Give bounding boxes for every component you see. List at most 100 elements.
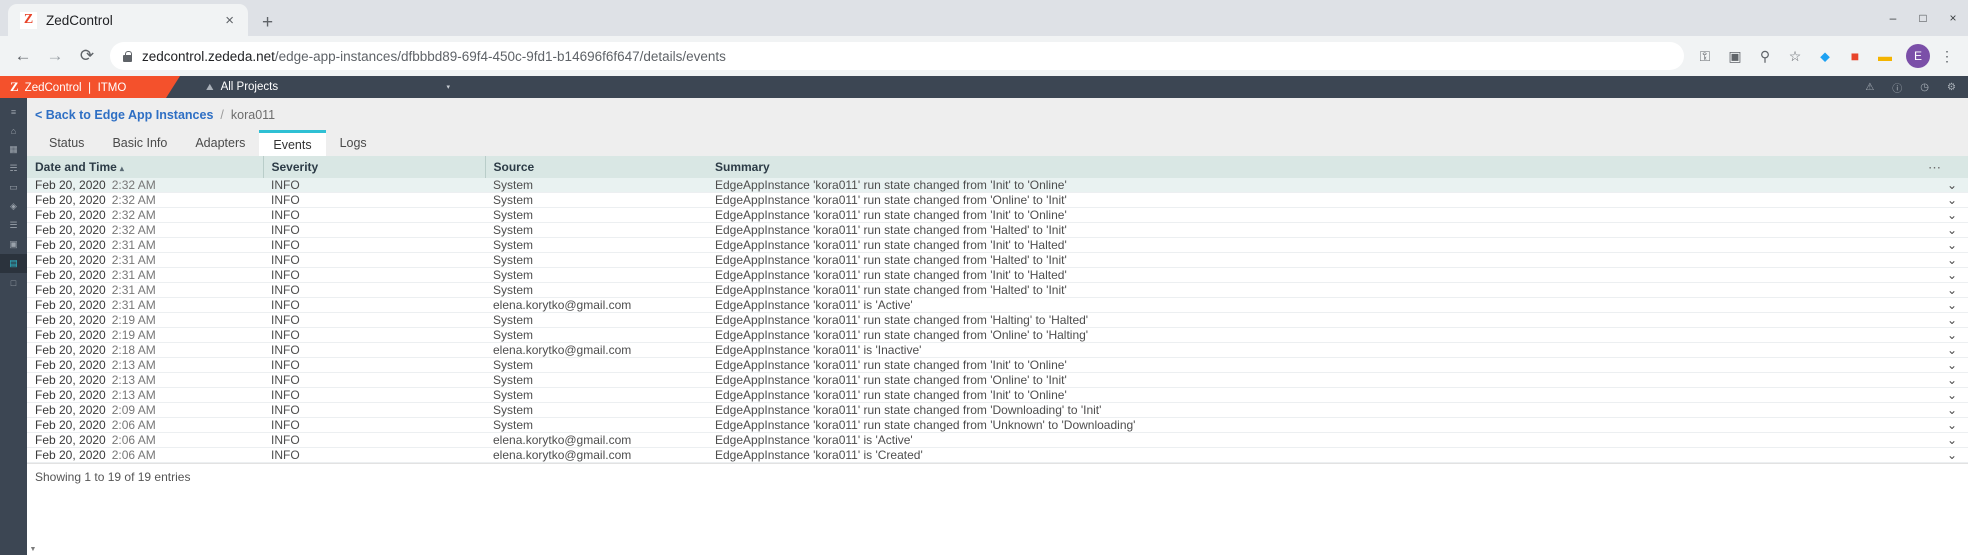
expand-row-icon[interactable]: ⌄	[1928, 328, 1968, 343]
tab-basic-info[interactable]: Basic Info	[98, 130, 181, 156]
minimize-icon[interactable]: –	[1878, 0, 1908, 36]
expand-row-icon[interactable]: ⌄	[1928, 283, 1968, 298]
reload-icon[interactable]: ⟳	[72, 41, 102, 71]
table-row[interactable]: Feb 20, 20202:06 AMINFOelena.korytko@gma…	[27, 448, 1968, 463]
cell-summary: EdgeAppInstance 'kora011' run state chan…	[707, 178, 1928, 193]
cell-date-and-time: Feb 20, 20202:31 AM	[27, 238, 263, 253]
cell-summary: EdgeAppInstance 'kora011' run state chan…	[707, 388, 1928, 403]
expand-row-icon[interactable]: ⌄	[1928, 373, 1968, 388]
expand-row-icon[interactable]: ⌄	[1928, 358, 1968, 373]
help-icon[interactable]: ⓘ	[1892, 80, 1902, 95]
cell-source: System	[485, 208, 707, 223]
expand-row-icon[interactable]: ⌄	[1928, 298, 1968, 313]
sidebar-item-chart[interactable]: ☰	[0, 216, 27, 235]
expand-row-icon[interactable]: ⌄	[1928, 433, 1968, 448]
tab-adapters[interactable]: Adapters	[181, 130, 259, 156]
maximize-icon[interactable]: □	[1908, 0, 1938, 36]
table-row[interactable]: Feb 20, 20202:32 AMINFOSystemEdgeAppInst…	[27, 178, 1968, 193]
cell-source: System	[485, 178, 707, 193]
expand-row-icon[interactable]: ⌄	[1928, 448, 1968, 463]
table-row[interactable]: Feb 20, 20202:18 AMINFOelena.korytko@gma…	[27, 343, 1968, 358]
star-icon[interactable]: ☆	[1782, 43, 1808, 69]
events-table-body: Feb 20, 20202:32 AMINFOSystemEdgeAppInst…	[27, 178, 1968, 463]
table-row[interactable]: Feb 20, 20202:13 AMINFOSystemEdgeAppInst…	[27, 388, 1968, 403]
cell-severity: INFO	[263, 253, 485, 268]
table-row[interactable]: Feb 20, 20202:31 AMINFOSystemEdgeAppInst…	[27, 253, 1968, 268]
scroll-down-icon[interactable]: ▼	[27, 543, 39, 555]
tab-events[interactable]: Events	[259, 130, 325, 156]
table-row[interactable]: Feb 20, 20202:31 AMINFOelena.korytko@gma…	[27, 298, 1968, 313]
expand-row-icon[interactable]: ⌄	[1928, 193, 1968, 208]
column-header-summary[interactable]: Summary	[707, 156, 1928, 178]
expand-row-icon[interactable]: ⌄	[1928, 343, 1968, 358]
table-row[interactable]: Feb 20, 20202:32 AMINFOSystemEdgeAppInst…	[27, 208, 1968, 223]
expand-row-icon[interactable]: ⌄	[1928, 253, 1968, 268]
column-header-source[interactable]: Source	[485, 156, 707, 178]
cell-summary: EdgeAppInstance 'kora011' is 'Active'	[707, 433, 1928, 448]
gear-icon[interactable]: ⚙	[1947, 82, 1956, 93]
table-row[interactable]: Feb 20, 20202:13 AMINFOSystemEdgeAppInst…	[27, 358, 1968, 373]
cell-summary: EdgeAppInstance 'kora011' run state chan…	[707, 193, 1928, 208]
sidebar-item-edge-app-instances[interactable]: ▤	[0, 254, 27, 273]
translate-icon[interactable]: ▣	[1722, 43, 1748, 69]
sidebar-item-cube[interactable]: ▣	[0, 235, 27, 254]
close-window-icon[interactable]: ×	[1938, 0, 1968, 36]
sidebar-item-devices[interactable]: ▦	[0, 140, 27, 159]
column-header-date-and-time[interactable]: Date and Time▴	[27, 156, 263, 178]
cell-source: System	[485, 223, 707, 238]
key-icon[interactable]: ⚿	[1692, 43, 1718, 69]
overflow-menu-icon[interactable]: ⋯	[1928, 160, 1942, 176]
expand-row-icon[interactable]: ⌄	[1928, 388, 1968, 403]
shopping-bag-icon[interactable]: ■	[1842, 43, 1868, 69]
bell-icon[interactable]: ⚠	[1865, 82, 1874, 93]
store-icon[interactable]: ▬	[1872, 43, 1898, 69]
address-bar[interactable]: zedcontrol.zededa.net/edge-app-instances…	[110, 42, 1684, 70]
table-row[interactable]: Feb 20, 20202:31 AMINFOSystemEdgeAppInst…	[27, 268, 1968, 283]
tab-status[interactable]: Status	[35, 130, 98, 156]
expand-row-icon[interactable]: ⌄	[1928, 403, 1968, 418]
expand-row-icon[interactable]: ⌄	[1928, 178, 1968, 193]
expand-row-icon[interactable]: ⌄	[1928, 418, 1968, 433]
expand-row-icon[interactable]: ⌄	[1928, 238, 1968, 253]
search-icon[interactable]: ⚲	[1752, 43, 1778, 69]
table-row[interactable]: Feb 20, 20202:32 AMINFOSystemEdgeAppInst…	[27, 223, 1968, 238]
table-row[interactable]: Feb 20, 20202:06 AMINFOSystemEdgeAppInst…	[27, 418, 1968, 433]
sidebar-item-briefcase[interactable]: ▭	[0, 178, 27, 197]
table-row[interactable]: Feb 20, 20202:19 AMINFOSystemEdgeAppInst…	[27, 328, 1968, 343]
sidebar-item-layers[interactable]: ◈	[0, 197, 27, 216]
sidebar-item-home[interactable]: ⌂	[0, 121, 27, 140]
browser-tab[interactable]: Z ZedControl ×	[8, 4, 248, 36]
sidebar-item-menu[interactable]: ≡	[0, 102, 27, 121]
tab-logs[interactable]: Logs	[326, 130, 381, 156]
cell-summary: EdgeAppInstance 'kora011' run state chan…	[707, 328, 1928, 343]
cell-severity: INFO	[263, 223, 485, 238]
table-row[interactable]: Feb 20, 20202:19 AMINFOSystemEdgeAppInst…	[27, 313, 1968, 328]
forward-icon[interactable]: →	[40, 41, 70, 71]
table-row[interactable]: Feb 20, 20202:09 AMINFOSystemEdgeAppInst…	[27, 403, 1968, 418]
clock-icon[interactable]: ◷	[1920, 82, 1929, 93]
browser-menu-icon[interactable]: ⋮	[1934, 43, 1960, 69]
back-icon[interactable]: ←	[8, 41, 38, 71]
breadcrumb-back-link[interactable]: < Back to Edge App Instances	[35, 108, 213, 122]
table-row[interactable]: Feb 20, 20202:31 AMINFOSystemEdgeAppInst…	[27, 283, 1968, 298]
project-selector[interactable]: ⛰ All Projects ▾	[180, 76, 470, 98]
app-brand[interactable]: Z ZedControl ❘ ITMO	[0, 76, 180, 98]
expand-row-icon[interactable]: ⌄	[1928, 223, 1968, 238]
expand-row-icon[interactable]: ⌄	[1928, 313, 1968, 328]
lock-icon	[122, 50, 133, 62]
expand-row-icon[interactable]: ⌄	[1928, 268, 1968, 283]
table-row[interactable]: Feb 20, 20202:06 AMINFOelena.korytko@gma…	[27, 433, 1968, 448]
table-row[interactable]: Feb 20, 20202:32 AMINFOSystemEdgeAppInst…	[27, 193, 1968, 208]
cell-severity: INFO	[263, 268, 485, 283]
sidebar-item-network[interactable]: ☴	[0, 159, 27, 178]
column-header-severity[interactable]: Severity	[263, 156, 485, 178]
expand-row-icon[interactable]: ⌄	[1928, 208, 1968, 223]
close-icon[interactable]: ×	[221, 11, 238, 30]
sidebar-item-modules[interactable]: □	[0, 273, 27, 292]
table-row[interactable]: Feb 20, 20202:13 AMINFOSystemEdgeAppInst…	[27, 373, 1968, 388]
table-row[interactable]: Feb 20, 20202:31 AMINFOSystemEdgeAppInst…	[27, 238, 1968, 253]
new-tab-button[interactable]: +	[262, 13, 273, 32]
avatar[interactable]: E	[1906, 44, 1930, 68]
twitter-icon[interactable]: ⬥	[1812, 43, 1838, 69]
cell-source: System	[485, 313, 707, 328]
